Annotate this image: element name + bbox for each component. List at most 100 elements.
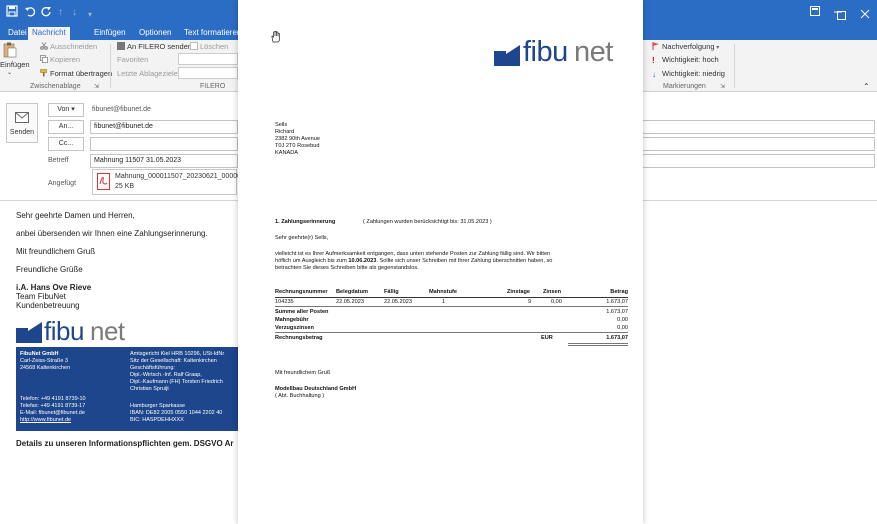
logo-text-net: net xyxy=(574,36,613,68)
table-header-amount: Betrag xyxy=(610,289,628,295)
document-preview: fibu net Sells Richard 2382 90th Avenue … xyxy=(238,0,643,524)
fibunet-logo-mark-icon xyxy=(16,322,42,343)
total-label: Rechnungsbetrag xyxy=(275,335,323,341)
cc-field-extension xyxy=(643,137,875,151)
total-value: 1.673,07 xyxy=(606,335,628,341)
footer-management-label: Geschäftsführung: xyxy=(130,365,175,371)
tab-nachricht[interactable]: Nachricht xyxy=(28,27,70,40)
table-header-interest: Zinsen xyxy=(543,289,562,295)
copy-button[interactable]: Kopieren xyxy=(40,55,80,65)
signature-name: i.A. Hans Ove Rieve xyxy=(16,283,92,292)
arrow-up-icon[interactable]: ↑ xyxy=(58,5,63,21)
ribbon-display-icon[interactable] xyxy=(810,4,820,19)
scissors-icon xyxy=(40,42,48,50)
subject-field[interactable]: Mahnung 11507 31.05.2023 xyxy=(90,154,238,168)
logo-text-fibu: fibu xyxy=(523,36,568,68)
filero-send-button[interactable]: An FILERO senden xyxy=(117,42,192,52)
recent-targets-label: Letzte Ablageziele xyxy=(117,69,178,78)
maximize-icon[interactable] xyxy=(837,8,846,23)
format-painter-button[interactable]: Format übertragen xyxy=(40,69,112,79)
table-cell-amount: 1.673,07 xyxy=(606,299,628,305)
copy-icon xyxy=(40,55,48,63)
to-field[interactable]: fibunet@fibunet.de xyxy=(90,120,238,134)
favorites-label: Favoriten xyxy=(117,55,149,64)
cc-button[interactable]: Cc... xyxy=(48,137,84,151)
logo-text-fibu: fibu xyxy=(44,316,84,346)
recent-targets-dropdown[interactable] xyxy=(178,67,238,79)
tags-group-label: Markierungen xyxy=(663,83,706,90)
format-painter-label: Format übertragen xyxy=(50,69,113,78)
delete-button[interactable]: Löschen xyxy=(190,42,228,52)
delete-label: Löschen xyxy=(200,42,229,51)
address-line: T0J 2T0 Rosebud xyxy=(275,143,320,149)
paste-icon[interactable] xyxy=(3,42,17,61)
paste-dropdown-icon[interactable]: ⌄ xyxy=(7,68,12,78)
fee-label: Mahngebühr xyxy=(275,317,309,323)
clipboard-group-label: Zwischenablage xyxy=(30,83,81,90)
cut-button[interactable]: Ausschneiden xyxy=(40,42,97,52)
pdf-icon xyxy=(97,173,110,190)
tab-text-formatieren[interactable]: Text formatieren xyxy=(180,27,245,39)
tab-einfuegen[interactable]: Einfügen xyxy=(90,27,130,39)
paste-button[interactable]: Einfügen xyxy=(0,60,30,70)
footer-company: FibuNet GmbH xyxy=(20,351,59,357)
ribbon-separator xyxy=(110,44,111,88)
high-importance-button[interactable]: ! Wichtigkeit: hoch xyxy=(652,55,719,65)
collapse-ribbon-icon[interactable]: ⌃ xyxy=(863,82,870,92)
high-importance-label: Wichtigkeit: hoch xyxy=(662,55,719,64)
table-cell: 0,00 xyxy=(551,299,562,305)
filero-send-label: An FILERO senden xyxy=(127,42,193,51)
footer-iban: IBAN: DE82 2005 0550 1044 2202 40 xyxy=(130,410,223,416)
total-double-underline xyxy=(568,345,628,346)
cc-field[interactable] xyxy=(90,137,238,151)
followup-button[interactable]: Nachverfolgung ▾ xyxy=(652,42,719,53)
attached-label: Angefügt xyxy=(48,180,77,187)
to-button[interactable]: An... xyxy=(48,120,84,134)
refresh-icon[interactable] xyxy=(40,5,52,21)
clipboard-launcher-icon[interactable]: ⇲ xyxy=(94,83,99,90)
sum-value: 1.673,07 xyxy=(606,309,628,315)
footer-city: 24568 Kaltenkirchen xyxy=(20,365,71,371)
hand-cursor-icon xyxy=(270,30,281,48)
customize-toolbar-icon[interactable]: ▾ xyxy=(88,7,92,23)
undo-icon[interactable] xyxy=(24,5,36,21)
signature-team: Team FibuNet xyxy=(16,292,66,301)
closing-text: Mit freundlichem Gruß xyxy=(16,247,96,256)
paragraph-line: vielleicht ist es Ihrer Aufmerksamkeit e… xyxy=(275,251,551,257)
tab-optionen[interactable]: Optionen xyxy=(135,27,175,39)
table-header-interest-days: Zinstage xyxy=(507,289,531,295)
paragraph-line: höflich um Ausgleich bis zum 10.06.2023.… xyxy=(275,258,552,265)
closing-text-2: Freundliche Grüße xyxy=(16,265,83,274)
flag-icon xyxy=(652,42,660,50)
reminder-title: 1. Zahlungserinnerung xyxy=(275,219,336,225)
favorites-dropdown[interactable] xyxy=(178,53,238,65)
fibunet-logo-signature: fibu net xyxy=(16,316,136,346)
reminder-title-note: ( Zahlungen wurden berücksichtigt bis: 3… xyxy=(363,219,492,225)
send-label: Senden xyxy=(9,129,35,136)
footer-street: Carl-Zeiss-Straße 3 xyxy=(20,358,68,364)
arrow-down-icon[interactable]: ↓ xyxy=(72,5,77,21)
document-company: Modellbau Deutschland GmbH xyxy=(275,386,357,392)
table-row-rule xyxy=(275,306,628,307)
signature-dept: Kundenbetreuung xyxy=(16,301,80,310)
followup-label: Nachverfolgung xyxy=(662,42,715,51)
low-importance-button[interactable]: ↓ Wichtigkeit: niedrig xyxy=(652,69,725,79)
from-button[interactable]: Von ▾ xyxy=(48,103,84,117)
fibunet-logo-document: fibu net xyxy=(494,36,614,72)
body-line: anbei übersenden wir Ihnen eine Zahlungs… xyxy=(16,229,208,238)
close-icon[interactable] xyxy=(860,7,870,22)
tab-datei[interactable]: Datei xyxy=(4,27,31,39)
tags-launcher-icon[interactable]: ⇲ xyxy=(720,83,725,90)
footer-seat: Sitz der Gesellschaft: Kaltenkirchen xyxy=(130,358,217,364)
footer-website-link[interactable]: http://www.fibunet.de xyxy=(20,417,71,424)
send-button[interactable]: Senden xyxy=(6,103,38,143)
fee-value: 0,00 xyxy=(617,317,628,323)
logo-text-net: net xyxy=(90,316,125,346)
save-icon[interactable] xyxy=(6,5,18,21)
attachment-item[interactable]: Mahnung_000011507_20230621_000001. 25 KB xyxy=(92,169,247,195)
footer-bank: Hamburger Sparkasse xyxy=(130,403,186,409)
low-importance-label: Wichtigkeit: niedrig xyxy=(662,69,725,78)
delete-checkbox-icon xyxy=(190,42,198,50)
attachment-name: Mahnung_000011507_20230621_000001. xyxy=(115,173,247,180)
footer-email[interactable]: E-Mail: fibunet@fibunet.de xyxy=(20,410,85,417)
